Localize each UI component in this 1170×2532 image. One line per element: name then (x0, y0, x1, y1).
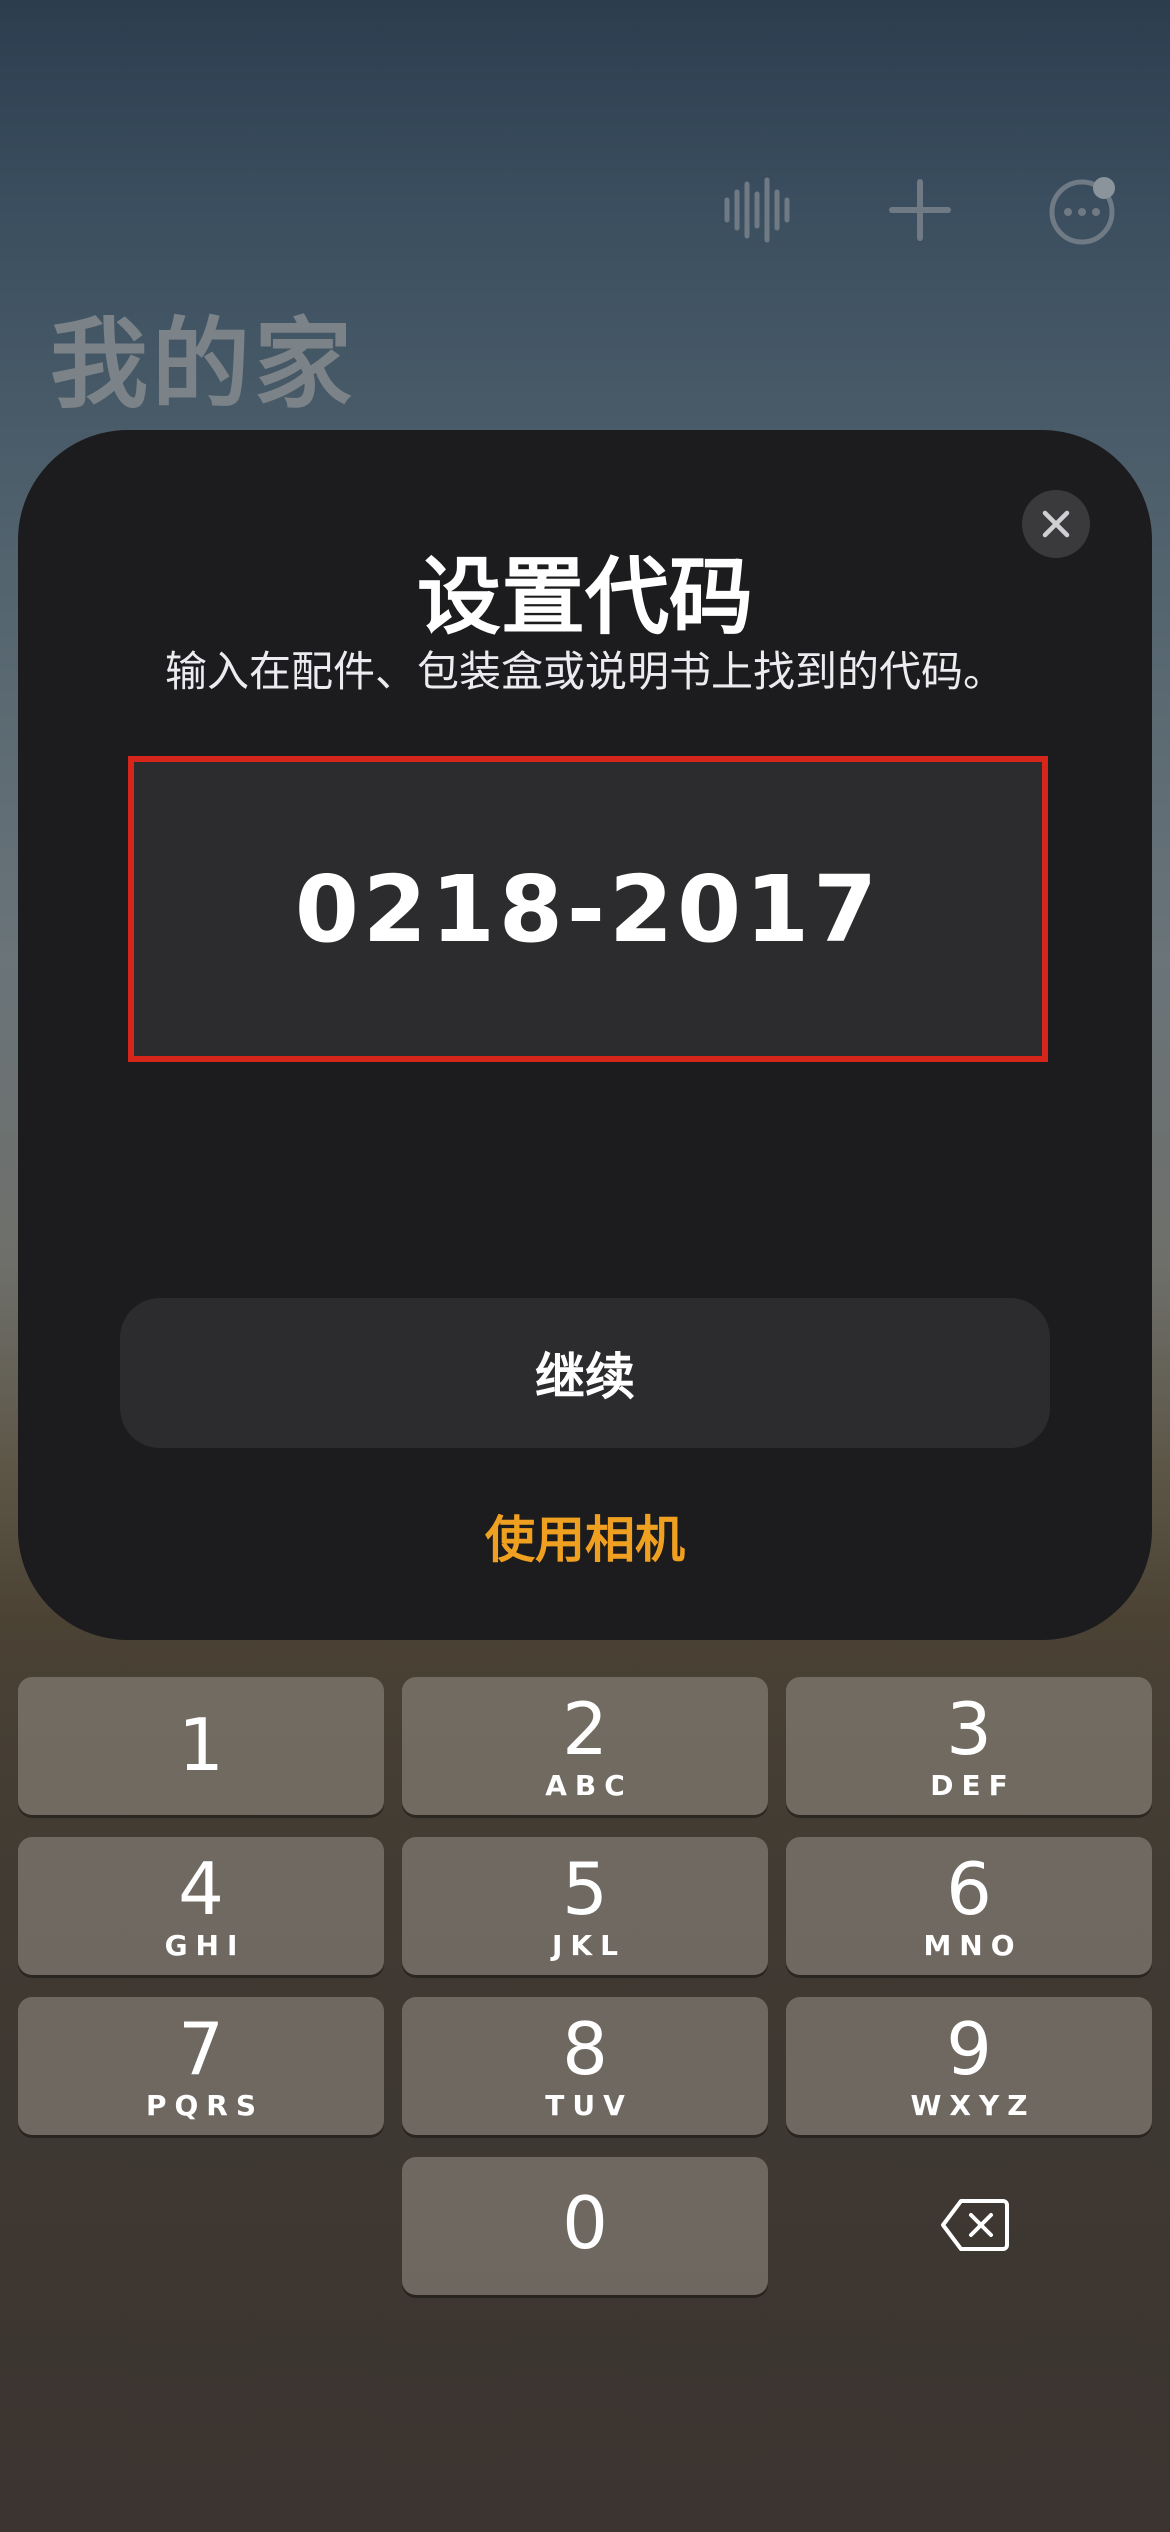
backspace-icon (941, 2199, 1009, 2251)
key-2[interactable]: 2 ABC (402, 1677, 768, 1815)
key-digit: 3 (946, 1686, 992, 1771)
more-ellipsis-icon[interactable] (1042, 170, 1122, 250)
numeric-keypad: 1 2 ABC 3 DEF 4 GHI 5 JKL 6 MNO 7 PQRS 8… (0, 1655, 1170, 2532)
key-6[interactable]: 6 MNO (786, 1837, 1152, 1975)
key-digit: 2 (562, 1686, 608, 1771)
continue-button[interactable]: 继续 (120, 1298, 1050, 1448)
key-digit: 6 (946, 1846, 992, 1931)
key-digit: 7 (178, 2006, 224, 2091)
key-letters: JKL (552, 1928, 626, 1962)
home-header: 我的家 (0, 0, 1170, 422)
key-digit: 5 (562, 1846, 608, 1931)
plus-icon[interactable] (880, 170, 960, 250)
key-5[interactable]: 5 JKL (402, 1837, 768, 1975)
key-letters: TUV (545, 2088, 633, 2122)
home-title: 我的家 (50, 308, 357, 422)
key-4[interactable]: 4 GHI (18, 1837, 384, 1975)
setup-code-value: 0218-2017 (294, 855, 882, 963)
key-0[interactable]: 0 (402, 2157, 768, 2295)
key-letters: MNO (923, 1928, 1023, 1962)
key-digit: 0 (562, 2181, 608, 2265)
key-digit: 1 (178, 1703, 224, 1787)
key-digit: 8 (562, 2006, 608, 2091)
key-digit: 4 (178, 1846, 224, 1931)
key-letters: GHI (164, 1928, 246, 1962)
sheet-subtitle: 输入在配件、包装盒或说明书上找到的代码。 (164, 647, 1005, 696)
key-3[interactable]: 3 DEF (786, 1677, 1152, 1815)
key-1[interactable]: 1 (18, 1677, 384, 1815)
key-7[interactable]: 7 PQRS (18, 1997, 384, 2135)
setup-code-sheet: 设置代码 输入在配件、包装盒或说明书上找到的代码。 0218-2017 继续 使… (18, 430, 1152, 1640)
key-letters: WXYZ (910, 2088, 1036, 2122)
key-9[interactable]: 9 WXYZ (786, 1997, 1152, 2135)
key-letters: PQRS (145, 2088, 265, 2122)
backspace-button[interactable] (935, 2195, 1015, 2255)
sheet-title: 设置代码 (416, 548, 753, 646)
use-camera-button[interactable]: 使用相机 (18, 1500, 1152, 1572)
key-digit: 9 (946, 2006, 992, 2091)
key-letters: DEF (930, 1768, 1016, 1802)
voice-waveform-icon[interactable] (717, 170, 797, 250)
key-letters: ABC (545, 1768, 633, 1802)
setup-code-field[interactable]: 0218-2017 (128, 756, 1048, 1062)
key-8[interactable]: 8 TUV (402, 1997, 768, 2135)
